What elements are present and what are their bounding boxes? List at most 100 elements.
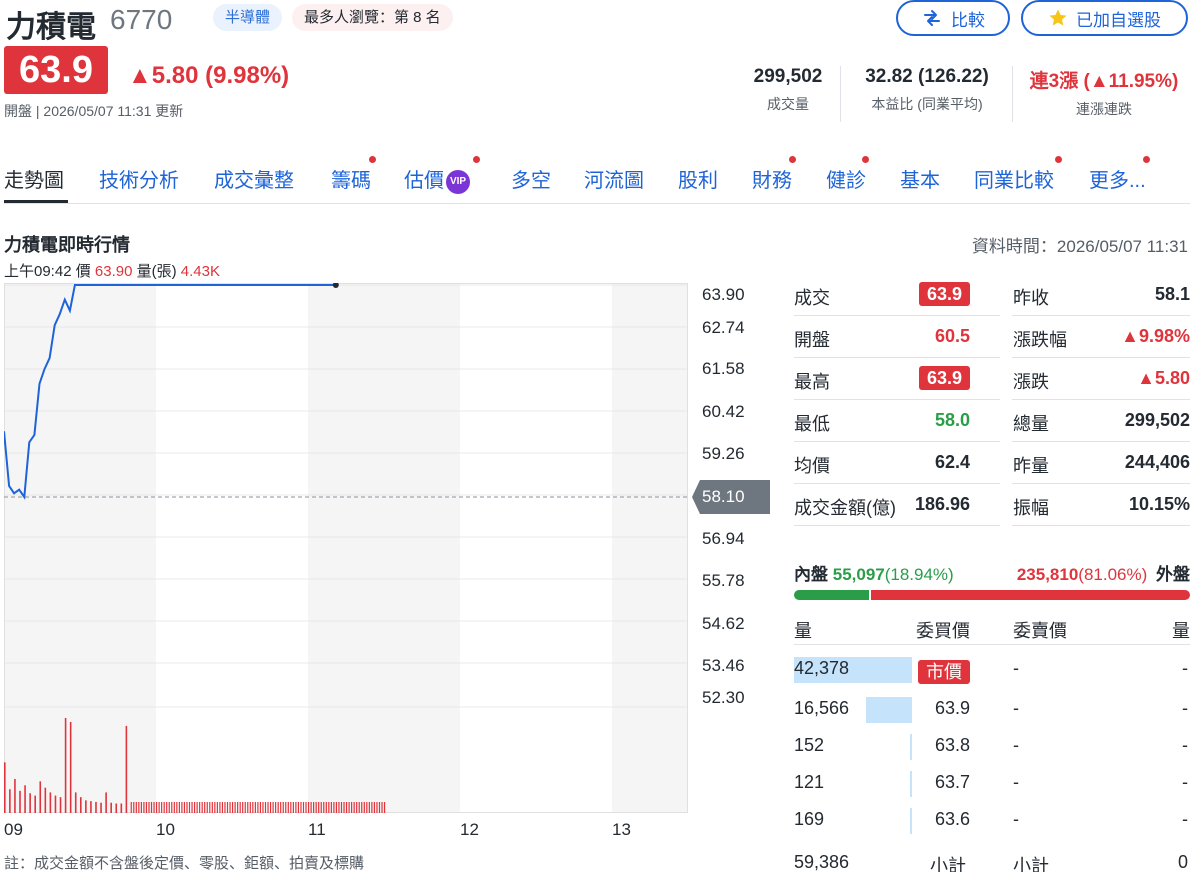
x-tick: 10 (156, 820, 175, 839)
column-gap (1000, 442, 1012, 484)
volume-bar (199, 802, 201, 813)
bid-price: 市價 (918, 658, 970, 684)
quote-label: 最低 (794, 414, 830, 434)
bid-volume-bar (866, 697, 912, 723)
volume-bar (133, 802, 135, 813)
cursor-time: 上午09:42 (4, 263, 72, 280)
tab-basic[interactable]: 基本 (900, 164, 940, 193)
volume-bar (272, 802, 274, 813)
volume-bar (85, 800, 87, 813)
quote-label: 昨收 (1013, 288, 1049, 308)
volume-bar (313, 802, 315, 813)
volume-bar (193, 802, 196, 813)
footnote: 註：成交金額不含盤後定價、零股、鉅額、拍賣及標購 (4, 855, 365, 872)
volume-bar (373, 802, 376, 813)
volume-bar (9, 789, 11, 813)
ask-price: - (1013, 658, 1019, 678)
volume-bar (244, 802, 246, 813)
volume-bar (186, 802, 188, 813)
quote-value: 60.5 (935, 326, 970, 347)
quote-label: 均價 (794, 456, 830, 476)
ask-price: - (1013, 735, 1019, 755)
flow-bar (794, 590, 1190, 600)
column-gap (1000, 358, 1012, 400)
volume-bar (178, 802, 180, 813)
volume-bar (183, 802, 186, 813)
tab-technical[interactable]: 技術分析 (99, 164, 179, 193)
stat-divider (840, 66, 841, 122)
ob-header-qty2: 量 (1172, 621, 1190, 641)
x-tick: 12 (460, 820, 479, 839)
quote-value: 58.0 (935, 410, 970, 431)
volume-bar (262, 802, 264, 813)
y-tick: 59.26 (702, 444, 745, 463)
streak-label: 連漲連跌 (1076, 101, 1132, 117)
volume-bar (343, 802, 345, 813)
tab-river[interactable]: 河流圖 (584, 164, 644, 193)
cursor-volume-label: 量(張) (136, 263, 177, 280)
notification-dot (369, 156, 376, 163)
tab-chips[interactable]: 籌碼 (331, 164, 371, 193)
tab-valuation-label: 估價 (404, 170, 444, 192)
volume-bar (242, 802, 244, 813)
tab-more[interactable]: 更多... (1089, 164, 1146, 193)
quote-value: 186.96 (915, 494, 970, 515)
volume-bar (292, 802, 294, 813)
volume-bar (140, 802, 142, 813)
tab-financial[interactable]: 財務 (752, 164, 792, 193)
quote-row: 最低 58.0 總量 299,502 (794, 400, 1190, 442)
tab-long-short[interactable]: 多空 (511, 164, 551, 193)
volume-bar (206, 802, 208, 813)
volume-bar (196, 802, 198, 813)
price-change: ▲5.80 (9.98%) (128, 62, 290, 89)
compare-button[interactable]: 比較 (896, 0, 1010, 36)
bid-qty: 121 (794, 772, 825, 792)
watchlist-label: 已加自選股 (1076, 10, 1161, 30)
watchlist-button[interactable]: 已加自選股 (1021, 0, 1188, 36)
y-tick: 56.94 (702, 529, 745, 548)
quote-label: 總量 (1013, 414, 1049, 434)
volume-bar (95, 801, 97, 813)
pe-stat: 32.82 (126.22) 本益比 (同業平均) (846, 66, 1008, 114)
volume-bar (239, 802, 241, 813)
tab-trend[interactable]: 走勢圖 (4, 164, 64, 193)
star-icon (1049, 9, 1067, 26)
bid-qty: 152 (794, 735, 825, 755)
tab-health[interactable]: 健診 (826, 164, 866, 193)
volume-bar (49, 792, 52, 813)
volume-bar (318, 802, 320, 813)
quote-value: 62.4 (935, 452, 970, 473)
tab-dividend[interactable]: 股利 (678, 164, 718, 193)
volume-bar (59, 797, 62, 813)
volume-bar (153, 802, 155, 813)
tab-valuation[interactable]: 估價 VIP (404, 164, 470, 194)
volume-bar (345, 802, 348, 813)
volume-bar (216, 802, 218, 813)
cursor-info: 上午09:42 價 63.90 量(張) 4.43K (4, 260, 220, 281)
ask-qty: - (1182, 809, 1188, 829)
quote-value: ▲9.98% (1121, 326, 1190, 346)
y-tick: 53.46 (702, 656, 745, 675)
volume-bar (166, 802, 168, 813)
volume-bar (231, 802, 234, 813)
bid-price: 63.6 (934, 809, 970, 829)
volume-bar (234, 802, 236, 813)
bid-volume-bar (910, 771, 912, 797)
volume-bar (307, 802, 310, 813)
volume-bar (361, 802, 363, 813)
volume-bar (315, 802, 317, 813)
volume-bar (44, 787, 47, 813)
inner-outer-flow: 內盤 55,097(18.94%) 235,810(81.06%) 外盤 (794, 560, 1190, 585)
ob-header-ask: 委賣價 (1013, 621, 1067, 641)
quote-table: 成交 63.9 昨收 58.1 開盤 60.5 漲跌幅 ▲9.98% 最高 63.9 漲跌 ▲5.80… (794, 274, 1190, 526)
sector-tag[interactable]: 半導體 (213, 4, 283, 31)
outer-percent: (81.06%) (1078, 565, 1148, 584)
quote-value-text: 63.9 (918, 366, 970, 390)
volume-bar (371, 802, 373, 813)
volume-bar (143, 802, 145, 813)
tab-trades[interactable]: 成交彙整 (214, 164, 294, 193)
intraday-chart[interactable] (4, 283, 688, 815)
market-price-badge: 市價 (918, 660, 970, 684)
notification-dot (1055, 156, 1062, 163)
tab-peer-compare[interactable]: 同業比較 (974, 164, 1054, 193)
